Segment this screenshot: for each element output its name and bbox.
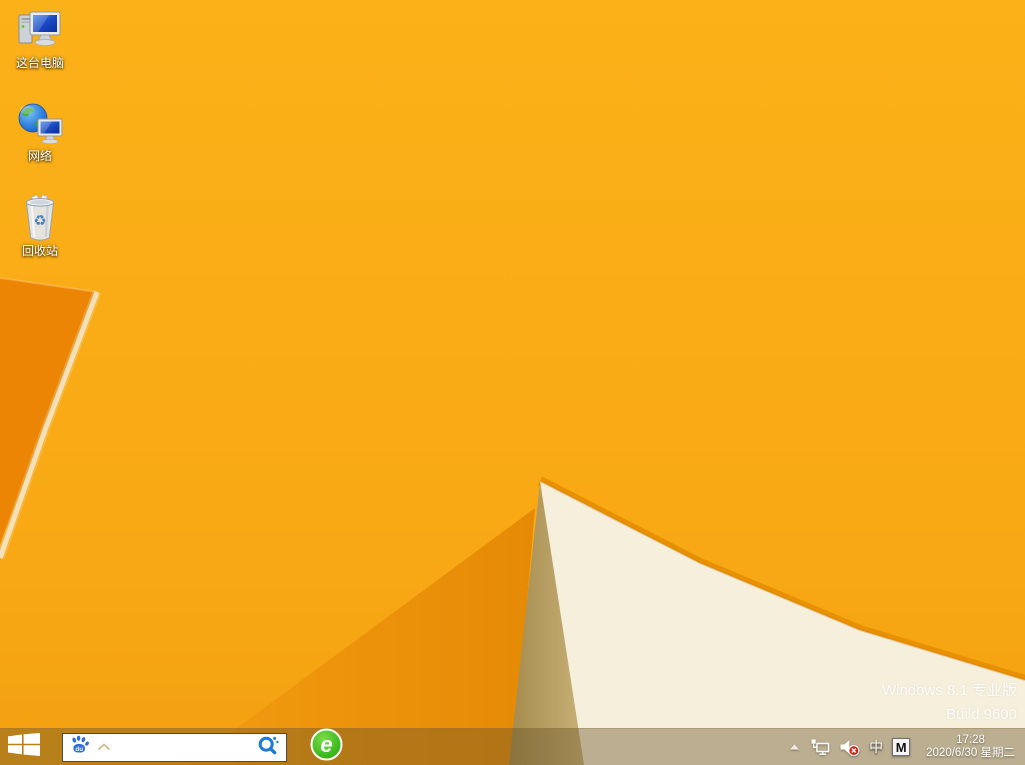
ime-mode-letter: M <box>892 738 910 756</box>
clock-date: 2020/6/30 星期二 <box>926 747 1015 760</box>
taskbar-clock[interactable]: 17:28 2020/6/30 星期二 <box>921 734 1020 760</box>
recycle-symbol-glyph: ♻ <box>33 213 46 229</box>
ime-language-indicator[interactable]: 中 <box>869 740 883 754</box>
browser-e-letter: e <box>320 732 332 757</box>
wallpaper-image <box>0 0 1025 765</box>
watermark-build: Build 9600 <box>882 703 1017 727</box>
windows-logo-icon <box>8 733 40 761</box>
desktop-icon-label: 这台电脑 <box>16 57 64 70</box>
watermark-edition: Windows 8.1 专业版 <box>882 679 1017 703</box>
baidu-du-text: du <box>75 746 83 753</box>
desktop-screen: 这台电脑 <box>0 0 1025 765</box>
desktop-icon-this-pc[interactable]: 这台电脑 <box>6 4 74 73</box>
windows-version-watermark: Windows 8.1 专业版 Build 9600 <box>882 679 1017 727</box>
system-tray: 中 M 17:28 2020/6/30 星期二 <box>788 734 1025 760</box>
taskbar-pinned-browser[interactable]: e <box>309 730 343 764</box>
network-tray-icon[interactable] <box>810 738 830 756</box>
this-pc-icon <box>16 8 64 54</box>
desktop-icon-recycle-bin[interactable]: ♻ 回收站 <box>6 190 74 261</box>
baidu-paw-icon: du <box>69 734 90 760</box>
desktop-icon-label: 网络 <box>28 150 52 163</box>
desktop-icon-label: 回收站 <box>22 245 58 258</box>
search-magnifier-icon[interactable] <box>257 734 280 761</box>
volume-muted-icon[interactable] <box>839 738 860 757</box>
show-hidden-icons-arrow[interactable] <box>788 741 801 753</box>
taskbar-search-box[interactable]: du <box>62 733 287 762</box>
desktop-icon-list: 这台电脑 <box>6 4 74 285</box>
start-button[interactable] <box>0 729 48 765</box>
browser-e-icon: e <box>310 728 343 765</box>
recycle-bin-icon: ♻ <box>18 194 62 242</box>
chevron-up-icon[interactable] <box>97 738 111 756</box>
taskbar: du <box>0 728 1025 765</box>
ime-mode-indicator[interactable]: M <box>892 738 910 756</box>
desktop-icon-network[interactable]: 网络 <box>6 97 74 166</box>
clock-time: 17:28 <box>956 734 985 747</box>
network-icon <box>16 101 64 147</box>
search-input[interactable] <box>111 735 257 759</box>
